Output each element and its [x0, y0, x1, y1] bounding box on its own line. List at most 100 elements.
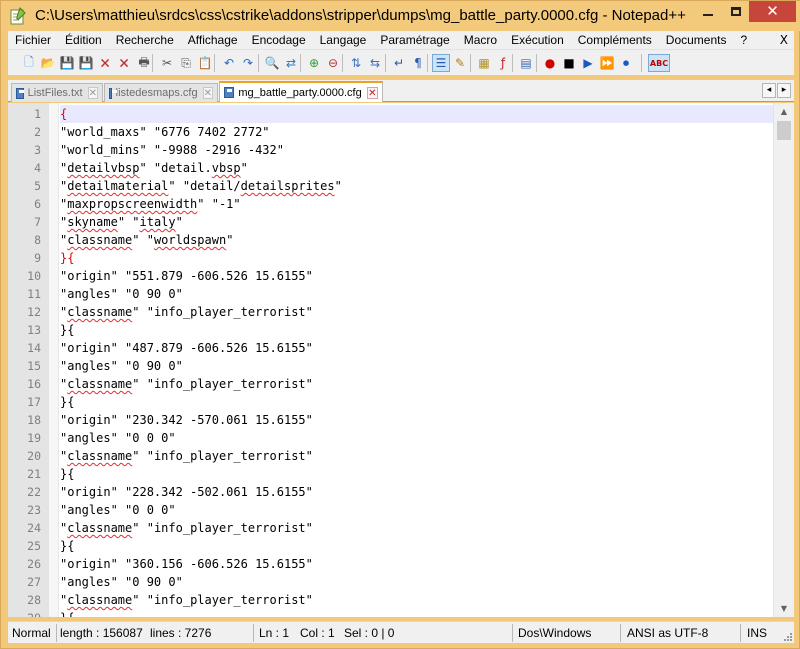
play-multiple-icon[interactable]: ⏩ [598, 54, 616, 72]
code-line[interactable]: "angles" "0 0 0" [60, 501, 773, 519]
code-line[interactable]: "skyname" "italy" [60, 213, 773, 231]
code-line[interactable]: "angles" "0 0 0" [60, 429, 773, 447]
code-line[interactable]: "origin" "360.156 -606.526 15.6155" [60, 555, 773, 573]
tab-listfiles[interactable]: ListFiles.txt ✕ [11, 83, 103, 102]
menu-item-9[interactable]: Compléments [571, 33, 659, 47]
word-wrap-icon[interactable]: ↵ [390, 54, 408, 72]
show-all-chars-icon[interactable]: ¶ [409, 54, 427, 72]
code-line[interactable]: "world_mins" "-9988 -2916 -432" [60, 141, 773, 159]
code-line[interactable]: "classname" "info_player_terrorist" [60, 591, 773, 609]
minimize-button[interactable] [694, 1, 722, 22]
stop-macro-icon[interactable]: ■ [560, 54, 578, 72]
tab-close-icon[interactable]: ✕ [366, 86, 378, 99]
find-icon[interactable]: 🔍 [263, 54, 281, 72]
code-line[interactable]: "origin" "551.879 -606.526 15.6155" [60, 267, 773, 285]
menu-item-11[interactable]: ? [734, 33, 755, 47]
play-macro-icon[interactable]: ▶ [579, 54, 597, 72]
code-line[interactable]: }{ [60, 537, 773, 555]
code-line[interactable]: "maxpropscreenwidth" "-1" [60, 195, 773, 213]
sync-horizontal-icon[interactable]: ⇆ [366, 54, 384, 72]
spell-check-icon[interactable]: ABC [648, 54, 670, 72]
indent-guide-icon[interactable]: ☰ [432, 54, 450, 72]
code-line[interactable]: "origin" "228.342 -502.061 15.6155" [60, 483, 773, 501]
code-line[interactable]: "detailmaterial" "detail/detailsprites" [60, 177, 773, 195]
print-icon[interactable]: 🖶 [135, 54, 153, 72]
close-all-icon[interactable]: 🗙 [115, 54, 133, 72]
save-all-icon[interactable]: 💾 [77, 54, 95, 72]
menu-item-6[interactable]: Paramétrage [373, 33, 456, 47]
scrollbar-thumb[interactable] [777, 121, 791, 140]
code-line-text: "origin" "551.879 -606.526 15.6155" [60, 269, 313, 283]
cut-icon[interactable]: ✂ [158, 54, 176, 72]
code-line[interactable]: }{ [60, 393, 773, 411]
record-macro-icon[interactable]: ● [541, 54, 559, 72]
status-eol[interactable]: Dos\Windows [516, 624, 591, 642]
folder-workspace-icon[interactable]: ▤ [517, 54, 535, 72]
save-icon[interactable]: 💾 [58, 54, 76, 72]
open-file-icon[interactable]: 📂 [39, 54, 57, 72]
copy-icon[interactable]: ⎘ [177, 54, 195, 72]
code-area[interactable]: {"world_maxs" "6776 7402 2772" "world_min… [60, 103, 773, 617]
tab-close-icon[interactable]: ✕ [87, 87, 98, 99]
close-window-button[interactable]: ✕ [749, 1, 796, 22]
code-line[interactable]: "classname" "info_player_terrorist" [60, 519, 773, 537]
code-line[interactable]: }{ [60, 465, 773, 483]
tab-mg-battle-party[interactable]: mg_battle_party.0000.cfg ✕ [219, 81, 383, 102]
language-icon[interactable]: ✎ [451, 54, 469, 72]
menu-item-5[interactable]: Langage [313, 33, 374, 47]
menu-item-10[interactable]: Documents [659, 33, 734, 47]
menu-item-0[interactable]: Fichier [8, 33, 58, 47]
menu-item-8[interactable]: Exécution [504, 33, 571, 47]
new-file-icon[interactable]: 🗋 [20, 54, 38, 72]
menu-item-3[interactable]: Affichage [181, 33, 245, 47]
code-line[interactable]: { [60, 105, 773, 123]
status-encoding[interactable]: ANSI as UTF-8 [625, 624, 708, 642]
tab-listedesmaps[interactable]: listedesmaps.cfg ✕ [104, 83, 218, 102]
vertical-scrollbar[interactable]: ▲ ▼ [773, 103, 794, 617]
tab-scroll-right-icon[interactable]: ▸ [777, 83, 791, 98]
code-line[interactable]: "angles" "0 90 0" [60, 285, 773, 303]
save-macro-icon[interactable]: ⏺ [617, 54, 635, 72]
redo-icon[interactable]: ↷ [239, 54, 257, 72]
code-line[interactable]: "classname" "info_player_terrorist" [60, 375, 773, 393]
line-number: 1 [34, 107, 41, 121]
code-line[interactable]: }{ [60, 321, 773, 339]
code-line[interactable]: "angles" "0 90 0" [60, 357, 773, 375]
code-line[interactable]: "classname" "info_player_terrorist" [60, 303, 773, 321]
code-line[interactable]: "classname" "info_player_terrorist" [60, 447, 773, 465]
code-line[interactable]: }{ [60, 609, 773, 617]
replace-icon[interactable]: ⇄ [282, 54, 300, 72]
close-file-icon[interactable]: 🗙 [96, 54, 114, 72]
zoom-out-icon[interactable]: ⊖ [324, 54, 342, 72]
title-bar[interactable]: C:\Users\matthieu\srdcs\css\cstrike\addo… [1, 1, 800, 31]
scroll-up-icon[interactable]: ▲ [774, 103, 794, 120]
function-list-icon[interactable]: ƒ [494, 54, 512, 72]
code-line[interactable]: "detailvbsp" "detail.vbsp" [60, 159, 773, 177]
code-line[interactable]: }{ [60, 249, 773, 267]
code-line-text: }{ [60, 539, 75, 553]
doc-map-icon[interactable]: ▦ [475, 54, 493, 72]
code-line[interactable]: "world_maxs" "6776 7402 2772" [60, 123, 773, 141]
menu-item-4[interactable]: Encodage [245, 33, 313, 47]
maximize-button[interactable] [722, 1, 749, 22]
undo-icon[interactable]: ↶ [220, 54, 238, 72]
code-line[interactable]: "origin" "230.342 -570.061 15.6155" [60, 411, 773, 429]
tab-scroll-left-icon[interactable]: ◂ [762, 83, 776, 98]
code-line[interactable]: "classname" "worldspawn" [60, 231, 773, 249]
resize-grip-icon[interactable] [783, 632, 793, 642]
fold-margin[interactable] [49, 103, 59, 617]
menu-item-1[interactable]: Édition [58, 33, 109, 47]
close-document-icon[interactable]: X [774, 33, 794, 47]
tab-close-icon[interactable]: ✕ [202, 87, 213, 99]
paste-icon[interactable]: 📋 [196, 54, 214, 72]
zoom-in-icon[interactable]: ⊕ [305, 54, 323, 72]
menu-item-7[interactable]: Macro [457, 33, 504, 47]
menu-item-2[interactable]: Recherche [109, 33, 181, 47]
scroll-down-icon[interactable]: ▼ [774, 600, 794, 617]
sync-vertical-icon[interactable]: ⇅ [347, 54, 365, 72]
editor-pane[interactable]: 1 2 3 4 5 6 7 8 9 10 11 12 13 14 15 16 17 18 19 20 21 22 23 24 2… [8, 103, 794, 617]
toolbar-separator [152, 54, 153, 72]
code-line[interactable]: "origin" "487.879 -606.526 15.6155" [60, 339, 773, 357]
status-ins[interactable]: INS [745, 624, 767, 642]
code-line[interactable]: "angles" "0 90 0" [60, 573, 773, 591]
